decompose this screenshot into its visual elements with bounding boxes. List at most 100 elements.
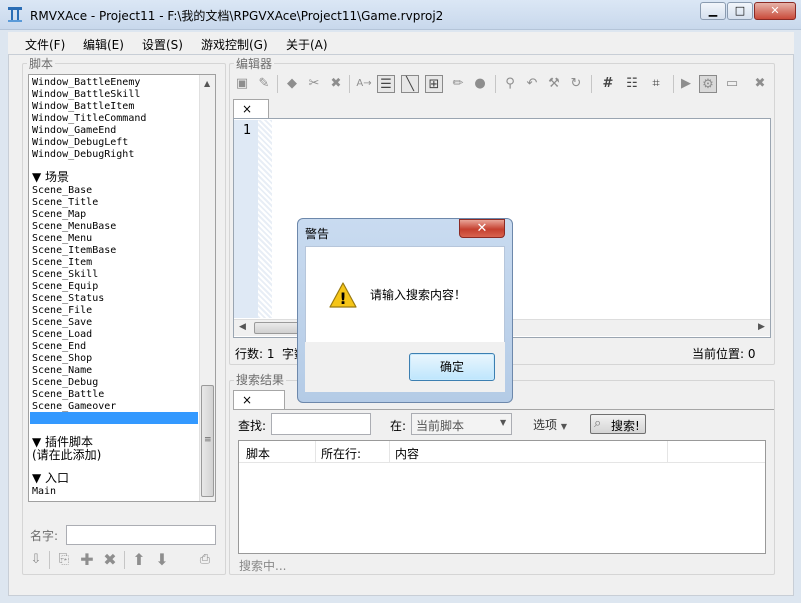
list-item[interactable]: Scene_Map [32,209,86,221]
list-icon[interactable]: ☷ [623,75,641,93]
tab-close-icon[interactable]: × [242,102,252,116]
list-item[interactable]: Window_GameEnd [32,125,116,137]
list-item[interactable]: Window_TitleCommand [32,113,146,125]
list-item[interactable]: Scene_End [32,341,86,353]
menu-settings[interactable]: 设置(S) [142,36,183,53]
menu-edit[interactable]: 编辑(E) [83,36,124,53]
list-item[interactable]: Scene_Battle [32,389,104,401]
script-list-scrollbar[interactable]: ▲ ≡ [199,75,215,501]
indent-icon[interactable]: ☰ [377,75,395,93]
list-item[interactable]: Window_DebugRight [32,149,134,161]
script-list[interactable]: Window_BattleEnemy Window_BattleSkill Wi… [28,74,216,502]
tab-close-icon[interactable]: × [242,393,252,407]
column-divider [315,441,316,463]
section-scene[interactable]: ▼ 场景 [32,170,69,184]
list-item[interactable]: Scene_MenuBase [32,221,116,233]
scroll-grip-icon: ≡ [204,435,212,445]
font-icon[interactable]: A→ [355,75,373,93]
wrap-icon[interactable]: ╲ [401,75,419,93]
list-item[interactable]: Scene_Status [32,293,104,305]
minimize-button[interactable]: ▁ [700,2,726,20]
hash-icon[interactable]: # [599,75,617,93]
menu-about[interactable]: 关于(A) [286,36,328,53]
list-item[interactable]: Scene_Save [32,317,92,329]
scroll-up-icon[interactable]: ▲ [204,79,210,88]
list-item[interactable]: Window_BattleEnemy [32,77,140,89]
crop-icon[interactable]: ⌗ [647,75,665,93]
list-item[interactable]: Scene_Debug [32,377,98,389]
undo-icon[interactable]: ↶ [523,75,541,93]
eraser-icon[interactable]: ◆ [283,75,301,93]
search-button[interactable]: ⌕ 搜索! [590,414,646,434]
new-file-icon[interactable]: ⎘ [55,551,73,569]
window-title: RMVXAce - Project11 - F:\我的文档\RPGVXAce\P… [30,9,444,23]
column-header-line[interactable]: 所在行: [321,445,361,462]
insert-icon[interactable]: ⇩ [27,551,45,569]
search-icon: ⌕ [594,416,602,431]
scroll-left-icon[interactable]: ◀ [239,322,246,332]
paste-icon[interactable]: ✂ [305,75,323,93]
close-editor-icon[interactable]: ✖ [751,75,769,93]
list-item[interactable]: Window_BattleItem [32,101,134,113]
maximize-button[interactable]: □ [727,2,753,20]
find-input[interactable] [271,413,371,435]
editor-label: 编辑器 [234,55,275,72]
play-icon[interactable]: ▶ [677,75,695,93]
plugin-hint[interactable]: (请在此添加) [32,448,101,462]
list-item[interactable]: Scene_Base [32,185,92,197]
list-item[interactable]: Main [32,486,56,498]
add-icon[interactable]: ✚ [78,551,96,569]
move-up-icon[interactable]: ⬆ [130,551,148,569]
options-label: 选项 [533,418,558,432]
editor-tab[interactable]: × [233,99,269,119]
name-input[interactable] [66,525,216,545]
scope-select[interactable]: 当前脚本 ▼ [411,413,512,435]
redo-icon[interactable]: ↻ [567,75,585,93]
toolbar-separator [495,75,496,93]
window-close-button[interactable]: ✕ [754,2,796,20]
scroll-right-icon[interactable]: ▶ [758,322,765,332]
list-item[interactable]: Scene_Load [32,329,92,341]
delete-icon[interactable]: ✖ [101,551,119,569]
list-item[interactable]: Scene_ItemBase [32,245,116,257]
circle-icon[interactable]: ● [471,75,489,93]
move-down-icon[interactable]: ⬇ [153,551,171,569]
app-icon [6,6,24,24]
list-item[interactable]: Window_DebugLeft [32,137,128,149]
save-icon[interactable]: ▣ [233,75,251,93]
list-item[interactable]: Window_BattleSkill [32,89,140,101]
export-icon[interactable]: ⎙ [196,551,214,569]
list-item[interactable]: Scene_File [32,305,92,317]
pen-icon[interactable]: ✏ [449,75,467,93]
list-item[interactable]: Scene_Shop [32,353,92,365]
column-header-content[interactable]: 内容 [395,445,419,462]
settings-icon[interactable]: ⚙ [699,75,717,93]
column-header-script[interactable]: 脚本 [246,445,270,462]
list-item[interactable]: Scene_Menu [32,233,92,245]
find-label: 查找: [238,419,267,433]
grid-icon[interactable]: ⊞ [425,75,443,93]
options-dropdown[interactable]: 选项 ▼ [533,416,567,433]
replace-icon[interactable]: ⚒ [545,75,563,93]
list-item[interactable]: Scene_Item [32,257,92,269]
section-plugin[interactable]: ▼ 插件脚本 [32,435,93,449]
open-icon[interactable]: ✎ [255,75,273,93]
list-item[interactable]: Scene_Gameover [32,401,116,413]
list-item[interactable]: Scene_Name [32,365,92,377]
list-item[interactable]: Scene_Title [32,197,98,209]
ok-button[interactable]: 确定 [409,353,495,381]
search-results-table[interactable]: 脚本 所在行: 内容 [238,440,766,554]
search-tab[interactable]: × [233,390,285,410]
folder-icon[interactable]: ▭ [723,75,741,93]
tab-divider [233,409,774,410]
menu-game-control[interactable]: 游戏控制(G) [201,36,268,53]
scope-value: 当前脚本 [416,419,465,433]
dialog-close-button[interactable]: ✕ [459,219,505,238]
zoom-icon[interactable]: ⚲ [501,75,519,93]
selected-row[interactable] [30,412,198,424]
list-item[interactable]: Scene_Equip [32,281,98,293]
menu-file[interactable]: 文件(F) [25,36,65,53]
section-entry[interactable]: ▼ 入口 [32,471,69,485]
tools-icon[interactable]: ✖ [327,75,345,93]
list-item[interactable]: Scene_Skill [32,269,98,281]
